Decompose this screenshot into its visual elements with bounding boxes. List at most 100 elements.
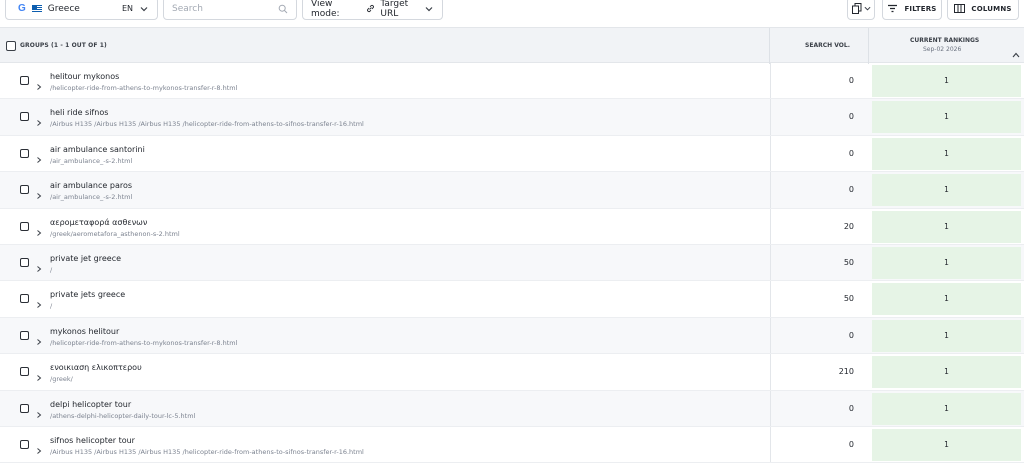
ranking-cell[interactable]: 1 [872,319,1021,352]
row-checkbox[interactable] [20,294,29,304]
search-volume-cell: 210 [770,354,869,390]
ranking-value: 1 [944,148,949,158]
view-mode-label: View mode: [311,0,340,19]
expand-chevron-icon[interactable] [36,404,42,418]
groups-header: GROUPS (1 - 1 OUT OF 1) [20,42,107,49]
row-checkbox[interactable] [20,439,29,449]
expand-chevron-icon[interactable] [36,222,42,236]
row-checkbox[interactable] [20,148,29,158]
chevron-down-icon [139,4,149,14]
table-row[interactable]: private jets greece / 50 1 [0,281,1024,318]
search-volume-header[interactable]: SEARCH VOL. [770,42,850,49]
filters-button[interactable]: FILTERS [882,0,942,20]
ranking-value: 1 [944,439,949,449]
keyword-text[interactable]: private jet greece [50,254,121,263]
view-mode-value: Target URL [380,0,409,19]
expand-chevron-icon[interactable] [36,294,42,309]
row-checkbox[interactable] [20,403,29,413]
ranking-cell[interactable]: 1 [872,356,1021,389]
view-mode-select[interactable]: View mode: Target URL [302,0,443,20]
expand-chevron-icon[interactable] [36,149,42,163]
table-row[interactable]: helitour mykonos /helicopter-ride-from-a… [0,63,1024,100]
search-volume-value: 0 [848,76,854,85]
ranking-cell[interactable]: 1 [872,246,1021,279]
target-url: / [50,302,53,311]
ranking-cell[interactable]: 1 [872,428,1021,461]
keyword-text[interactable]: air ambulance santorini [50,145,145,154]
expand-chevron-icon[interactable] [36,112,42,127]
ranking-cell[interactable]: 1 [872,283,1021,316]
table-row[interactable]: αερομεταφορά ασθενων /greek/aerometafora… [0,208,1024,245]
row-checkbox[interactable] [20,221,29,231]
search-volume-value: 0 [848,148,854,158]
keyword-text[interactable]: sifnos helicopter tour [50,436,135,445]
search-input[interactable] [172,3,272,14]
copy-menu-button[interactable] [847,0,875,20]
table-row[interactable]: delpi helicopter tour /athens-delphi-hel… [0,390,1024,427]
keyword-text[interactable]: ενοικιαση ελικοπτερου [50,363,142,372]
table-row[interactable]: heli ride sifnos /Airbus H135 /Airbus H1… [0,99,1024,136]
keyword-text[interactable]: αερομεταφορά ασθενων [50,218,147,227]
search-volume-cell: 0 [770,172,869,208]
row-checkbox[interactable] [20,367,29,377]
table-row[interactable]: ενοικιαση ελικοπτερου /greek/ 210 1 [0,354,1024,391]
filter-icon [887,3,898,14]
link-icon [365,3,376,14]
search-volume-cell: 50 [770,244,869,281]
ranking-cell[interactable]: 1 [872,392,1021,425]
ranking-value: 1 [944,185,949,195]
chevron-down-icon [425,4,434,14]
keyword-text[interactable]: mykonos helitour [50,327,119,336]
search-icon [278,4,288,14]
target-url: /helicopter-ride-from-athens-to-mykonos-… [50,84,238,92]
columns-button[interactable]: COLUMNS [947,0,1019,20]
row-checkbox[interactable] [20,330,29,340]
country-select[interactable]: G Greece EN [5,0,158,20]
expand-chevron-icon[interactable] [36,440,42,454]
table-row[interactable]: sifnos helicopter tour /Airbus H135 /Air… [0,426,1024,463]
sort-up-icon[interactable] [1012,43,1020,58]
ranking-cell[interactable]: 1 [872,101,1021,134]
table-header: GROUPS (1 - 1 OUT OF 1) SEARCH VOL. CURR… [0,27,1024,64]
ranking-value: 1 [944,294,949,304]
target-url: /Airbus H135 /Airbus H135 /Airbus H135 /… [50,447,364,456]
columns-label: COLUMNS [971,4,1012,13]
row-checkbox[interactable] [20,257,29,267]
search-volume-value: 20 [843,221,854,231]
row-checkbox[interactable] [20,76,29,85]
ranking-cell[interactable]: 1 [872,65,1021,97]
search-field[interactable] [163,0,297,20]
ranking-value: 1 [944,112,949,122]
copy-icon [851,3,862,14]
columns-icon [954,3,966,14]
keyword-text[interactable]: private jets greece [50,290,125,299]
ranking-cell[interactable]: 1 [872,174,1021,207]
row-checkbox[interactable] [20,185,29,195]
select-all-checkbox[interactable] [6,41,16,51]
expand-chevron-icon[interactable] [36,258,42,272]
ranking-cell[interactable]: 1 [872,210,1021,243]
table-row[interactable]: mykonos helitour /helicopter-ride-from-a… [0,317,1024,355]
search-volume-value: 0 [848,439,854,449]
filters-label: FILTERS [904,4,937,13]
target-url: /air_ambulance_-s-2.html [50,193,133,202]
search-volume-cell: 0 [770,317,869,354]
ranking-cell[interactable]: 1 [872,137,1021,170]
table-row[interactable]: air ambulance paros /air_ambulance_-s-2.… [0,172,1024,209]
table-row[interactable]: air ambulance santorini /air_ambulance_-… [0,135,1024,173]
keyword-text[interactable]: helitour mykonos [50,72,119,81]
keyword-text[interactable]: heli ride sifnos [50,108,108,117]
expand-chevron-icon[interactable] [36,76,42,90]
target-url: / [50,265,53,274]
expand-chevron-icon[interactable] [36,185,42,200]
greece-flag-icon [31,4,42,13]
row-checkbox[interactable] [20,112,29,122]
expand-chevron-icon[interactable] [36,367,42,382]
search-volume-cell: 50 [770,281,869,317]
search-volume-value: 210 [838,367,854,377]
keyword-text[interactable]: air ambulance paros [50,181,132,190]
table-row[interactable]: private jet greece / 50 1 [0,244,1024,282]
keyword-text[interactable]: delpi helicopter tour [50,400,131,409]
expand-chevron-icon[interactable] [36,331,42,345]
country-name: Greece [47,3,80,14]
